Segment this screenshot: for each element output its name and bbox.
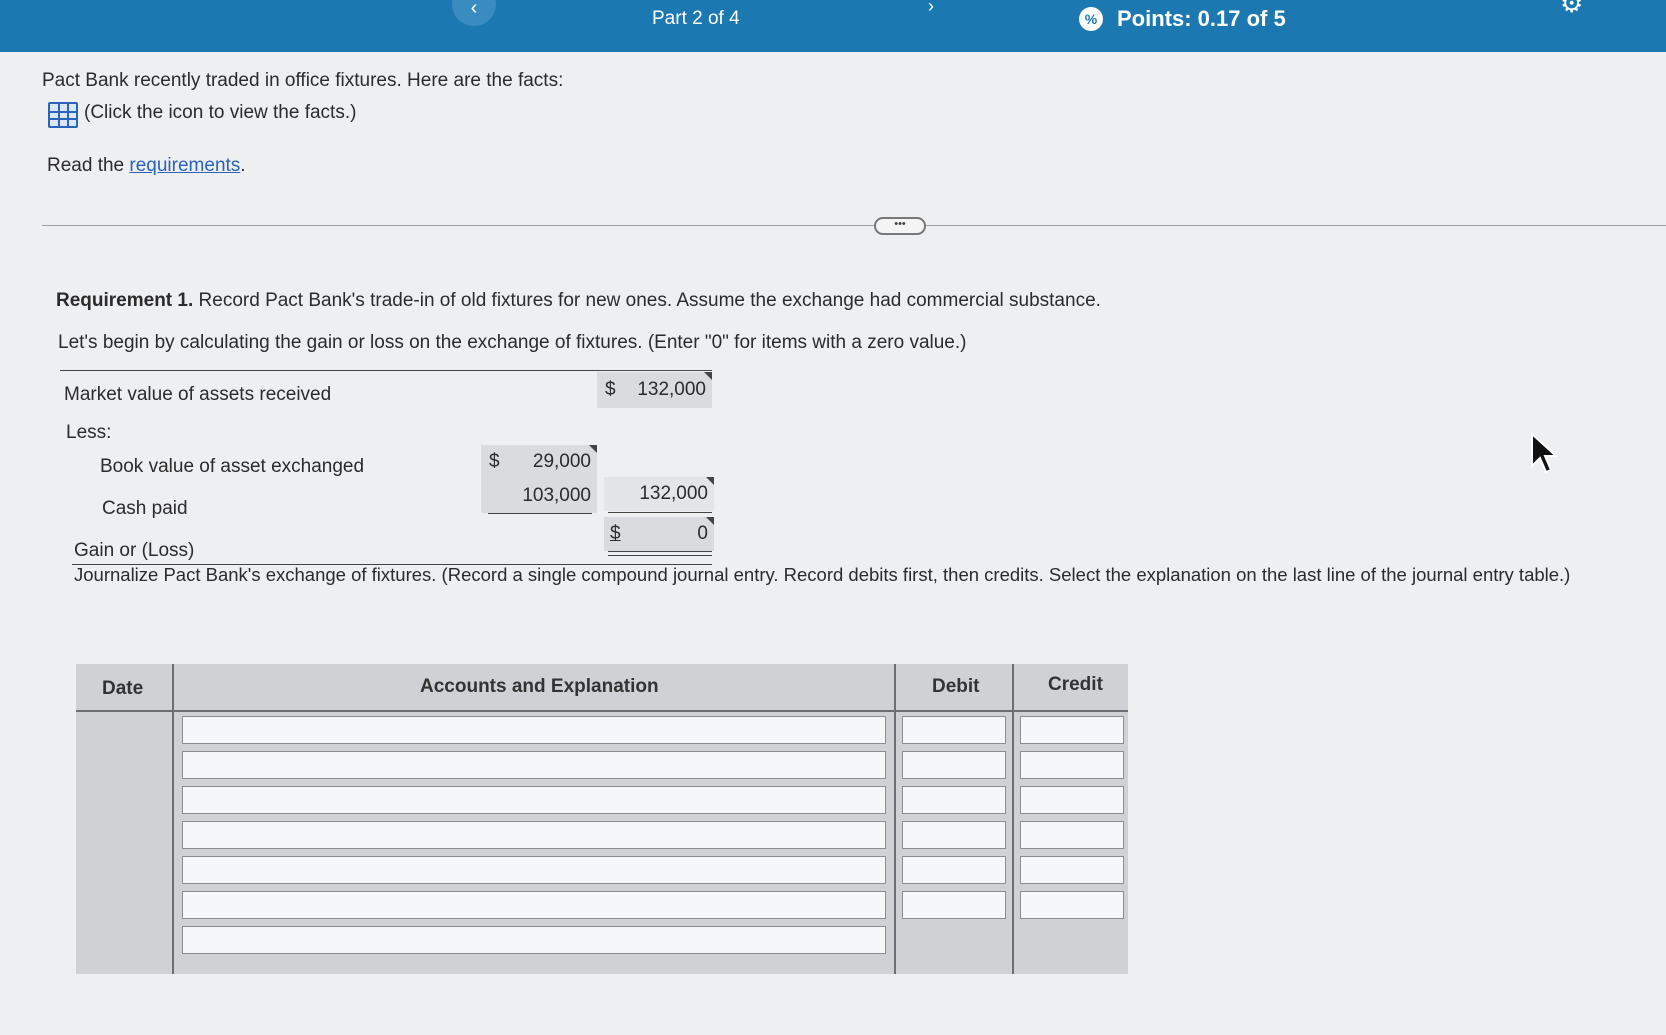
debit-input-row-4[interactable] (902, 821, 1006, 849)
mouse-pointer-icon (1531, 432, 1559, 474)
next-part-icon[interactable]: › (928, 0, 934, 17)
cash-paid-input[interactable]: 103,000 (481, 479, 597, 513)
accounts-column-divider (894, 664, 896, 974)
calc-instruction: Let's begin by calculating the gain or l… (58, 332, 967, 353)
credit-input-row-4[interactable] (1020, 821, 1124, 849)
dropdown-corner-icon (704, 372, 712, 380)
gain-loss-input[interactable]: $0 (604, 517, 714, 551)
cash-paid-label: Cash paid (102, 498, 188, 519)
question-area: Pact Bank recently traded in office fixt… (0, 52, 1666, 1035)
credit-column-header: Credit (1048, 674, 1103, 695)
debit-input-row-5[interactable] (902, 856, 1006, 884)
journal-entry-table: Date Accounts and Explanation Debit Cred… (76, 664, 1128, 974)
credit-input-row-5[interactable] (1020, 856, 1124, 884)
facts-link[interactable]: (Click the icon to view the facts.) (84, 102, 356, 124)
account-input-row-2[interactable] (182, 751, 886, 779)
credit-input-row-2[interactable] (1020, 751, 1124, 779)
part-label: Part 2 of 4 (652, 8, 740, 29)
account-input-row-1[interactable] (182, 716, 886, 744)
debit-input-row-2[interactable] (902, 751, 1006, 779)
subtotal-underline (608, 512, 712, 513)
calc-top-rule (60, 370, 712, 371)
gain-double-underline-2 (608, 555, 712, 556)
dropdown-corner-icon (706, 517, 714, 525)
points-label: Points: 0.17 of 5 (1117, 6, 1286, 31)
requirement-text: Requirement 1. Record Pact Bank's trade-… (56, 290, 1101, 311)
account-input-row-4[interactable] (182, 821, 886, 849)
date-column-divider (172, 664, 174, 974)
accounts-column-header: Accounts and Explanation (420, 676, 659, 697)
gain-double-underline-1 (608, 551, 712, 552)
credit-input-row-1[interactable] (1020, 716, 1124, 744)
market-value-input[interactable]: $132,000 (597, 372, 712, 408)
less-label: Less: (66, 422, 112, 443)
debit-column-header: Debit (932, 676, 980, 697)
debit-column-divider (1012, 664, 1014, 974)
requirements-link[interactable]: requirements (129, 155, 240, 176)
debit-input-row-3[interactable] (902, 786, 1006, 814)
dropdown-corner-icon (706, 477, 714, 485)
facts-text: Pact Bank recently traded in office fixt… (42, 70, 564, 91)
account-input-row-5[interactable] (182, 856, 886, 884)
header-divider (76, 710, 1128, 712)
market-value-label: Market value of assets received (64, 384, 332, 405)
account-input-row-6[interactable] (182, 891, 886, 919)
explanation-input[interactable] (182, 926, 886, 954)
credit-input-row-3[interactable] (1020, 786, 1124, 814)
journal-instruction: Journalize Pact Bank's exchange of fixtu… (74, 564, 1571, 585)
account-input-row-3[interactable] (182, 786, 886, 814)
dropdown-corner-icon (589, 445, 597, 453)
date-column-header: Date (102, 678, 144, 699)
debit-input-row-6[interactable] (902, 891, 1006, 919)
read-requirements-line: Read the requirements. (47, 155, 246, 176)
debit-input-row-1[interactable] (902, 716, 1006, 744)
gain-loss-label: Gain or (Loss) (74, 540, 195, 561)
book-value-label: Book value of asset exchanged (100, 456, 365, 477)
expand-ellipsis-button[interactable]: ••• (874, 217, 926, 235)
previous-part-button[interactable]: ‹ (452, 0, 496, 26)
cash-paid-underline (488, 513, 592, 514)
subtotal-input[interactable]: 132,000 (604, 477, 714, 511)
book-value-input[interactable]: $29,000 (481, 445, 597, 479)
credit-input-row-6[interactable] (1020, 891, 1124, 919)
points-percent-icon: % (1079, 7, 1103, 31)
section-divider (42, 225, 1666, 226)
top-bar: ‹ Part 2 of 4 › % Points: 0.17 of 5 ⚙ (0, 0, 1666, 52)
facts-table-icon[interactable] (48, 102, 78, 128)
settings-gear-icon[interactable]: ⚙ (1560, 0, 1583, 19)
